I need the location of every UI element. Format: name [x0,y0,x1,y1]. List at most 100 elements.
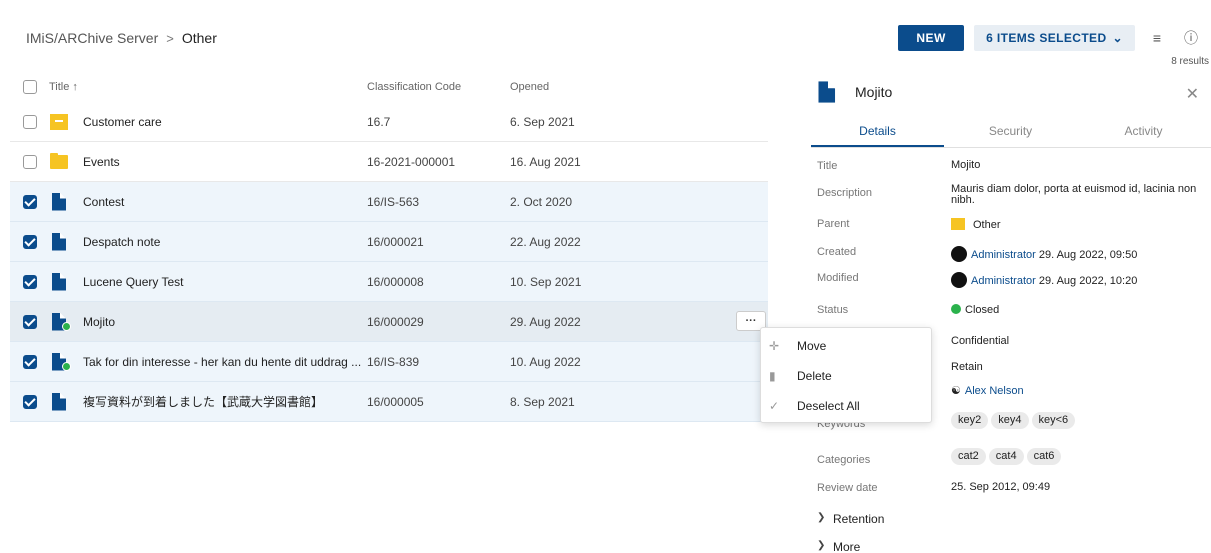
row-checkbox[interactable] [22,394,37,409]
row-title: Mojito [83,314,116,329]
row-checkbox[interactable] [22,314,37,329]
row-code: 16/IS-563 [367,194,420,209]
details-panel: Mojito ✕ Details Security Activity Title… [811,72,1211,553]
table-row[interactable]: Contest 16/IS-563 2. Oct 2020 [10,182,768,222]
items-selected-label: 6 ITEMS SELECTED [986,31,1107,45]
column-classification-code[interactable]: Classification Code [367,81,510,93]
modified-date: 29. Aug 2022, 10:20 [1038,275,1138,287]
row-code: 16/000008 [367,274,424,289]
column-title[interactable]: Title ↑ [49,81,367,93]
document-icon [49,391,71,413]
row-opened: 2. Oct 2020 [510,194,573,209]
row-title: Despatch note [83,234,161,249]
review-date-value: 25. Sep 2012, 09:49 [951,481,1051,493]
table-row[interactable]: Tak for din interesse - her kan du hente… [10,342,768,382]
info-icon[interactable]: ⓘ [1179,26,1203,50]
row-title: 複写資料が到着しました【武蔵大学図書館】 [83,395,324,409]
closed-status-icon [62,361,71,371]
user-icon: ☯ [951,385,961,397]
row-opened: 6. Sep 2021 [510,114,575,129]
row-code: 16-2021-000001 [367,154,456,169]
select-all-checkbox[interactable] [22,80,37,94]
panel-title: Mojito [855,84,893,100]
category-chip: cat2 [951,448,986,465]
row-checkbox[interactable] [22,274,37,289]
menu-item-label: Move [797,339,827,353]
document-icon [815,79,841,105]
keyword-chip: key<6 [1031,412,1076,429]
row-title: Customer care [83,114,162,129]
context-menu: ✛ Move ▮ Delete ✓ Deselect All [760,327,932,423]
table-row[interactable]: Mojito 16/000029 29. Aug 2022 [10,302,768,342]
prop-label: Review date [817,482,878,494]
tab-activity[interactable]: Activity [1077,118,1210,147]
prop-value: Mojito [951,159,981,171]
row-title: Tak for din interesse - her kan du hente… [83,354,362,369]
move-icon: ✛ [769,339,780,353]
parent-link[interactable]: Other [973,219,1001,231]
document-icon [49,311,71,333]
row-code: 16/IS-839 [367,354,420,369]
more-expander[interactable]: ❯ More [817,540,1211,553]
panel-tabs: Details Security Activity [811,118,1211,148]
retention-action-value: Retain [951,361,983,373]
prop-label: Description [817,187,873,199]
prop-label: Categories [817,454,871,466]
table-row[interactable]: Customer care 16.7 6. Sep 2021 [10,102,768,142]
table-row[interactable]: Lucene Query Test 16/000008 10. Sep 2021 [10,262,768,302]
table-header: Title ↑ Classification Code Opened [10,72,768,102]
row-code: 16.7 [367,114,391,129]
menu-item-label: Deselect All [797,399,860,413]
new-button[interactable]: NEW [898,25,965,51]
column-opened[interactable]: Opened [510,81,690,93]
row-opened: 16. Aug 2021 [510,154,581,169]
more-label: More [833,540,861,553]
prop-value: Mauris diam dolor, porta at euismod id, … [951,183,1197,206]
closed-status-icon [62,321,71,331]
row-checkbox[interactable] [22,354,37,369]
table-row[interactable]: Events 16-2021-000001 16. Aug 2021 [10,142,768,182]
row-checkbox[interactable] [22,114,37,129]
breadcrumb: IMiS/ARChive Server > Other [26,30,217,46]
chevron-down-icon: ⌄ [1112,31,1123,45]
tab-security[interactable]: Security [944,118,1077,147]
keyword-chip: key2 [951,412,989,429]
avatar [951,246,967,262]
row-title: Lucene Query Test [83,274,184,289]
created-date: 29. Aug 2022, 09:50 [1038,249,1138,261]
tab-details[interactable]: Details [811,118,944,147]
created-user-link[interactable]: Administrator [971,249,1036,261]
chevron-right-icon: ❯ [817,512,826,523]
row-code: 16/000005 [367,394,424,409]
chevron-right-icon: ❯ [817,540,826,551]
breadcrumb-separator: > [166,30,174,46]
breadcrumb-current: Other [181,30,217,46]
row-checkbox[interactable] [22,234,37,249]
row-code: 16/000029 [367,314,424,329]
list-view-icon[interactable]: ≡ [1145,26,1169,50]
owner-link[interactable]: Alex Nelson [965,385,1024,397]
box-icon [49,111,71,133]
row-checkbox[interactable] [22,194,37,209]
close-icon[interactable]: ✕ [1186,84,1199,104]
keyword-chip: key4 [991,412,1029,429]
menu-item-delete[interactable]: ▮ Delete [761,361,931,391]
box-icon [951,218,965,230]
category-chip: cat4 [988,448,1024,465]
breadcrumb-root[interactable]: IMiS/ARChive Server [26,30,158,46]
category-chip: cat6 [1026,448,1062,465]
prop-label: Modified [817,272,859,284]
menu-item-move[interactable]: ✛ Move [761,331,931,361]
document-icon [49,351,71,373]
row-checkbox[interactable] [22,154,37,169]
modified-user-link[interactable]: Administrator [971,275,1036,287]
items-selected-button[interactable]: 6 ITEMS SELECTED ⌄ [974,25,1135,51]
prop-label: Status [817,304,849,316]
retention-expander[interactable]: ❯ Retention [817,512,1211,526]
menu-item-deselect-all[interactable]: ✓ Deselect All [761,391,931,421]
table-row[interactable]: 複写資料が到着しました【武蔵大学図書館】 16/000005 8. Sep 20… [10,382,768,422]
status-value: Closed [965,304,1000,316]
row-opened: 10. Sep 2021 [510,274,582,289]
table-row[interactable]: Despatch note 16/000021 22. Aug 2022 [10,222,768,262]
prop-label: Parent [817,218,850,230]
